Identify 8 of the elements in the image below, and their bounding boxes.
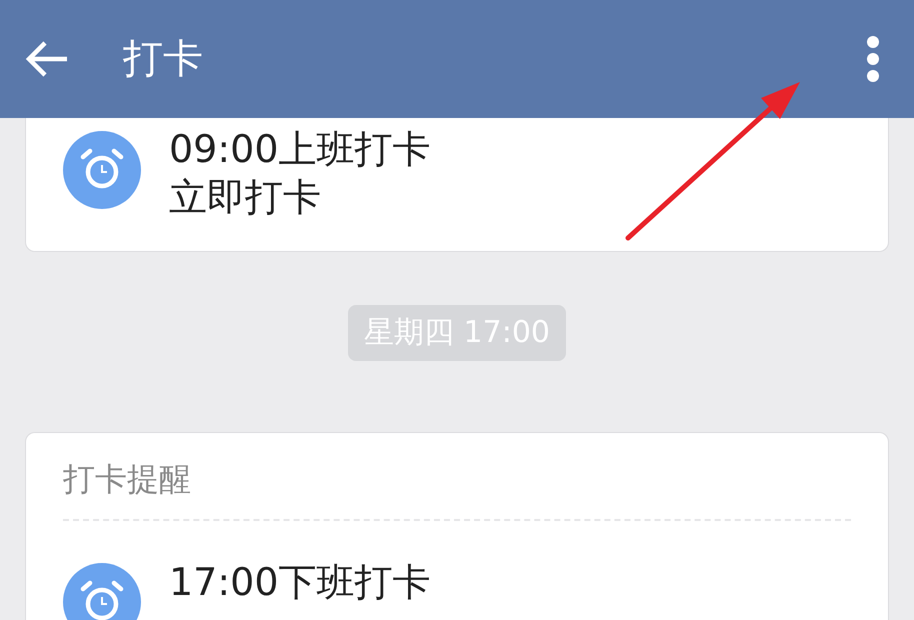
reminder-heading: 打卡提醒 (63, 459, 191, 500)
punch-now-link[interactable]: 立即打卡 (169, 173, 431, 221)
page-title: 打卡 (123, 35, 203, 83)
punch-time-title: 17:00下班打卡 (169, 559, 431, 606)
back-arrow-icon[interactable] (25, 41, 69, 77)
more-options-icon[interactable] (866, 35, 880, 83)
punch-time-title: 09:00上班打卡 (169, 126, 431, 173)
alarm-clock-icon (63, 131, 141, 209)
